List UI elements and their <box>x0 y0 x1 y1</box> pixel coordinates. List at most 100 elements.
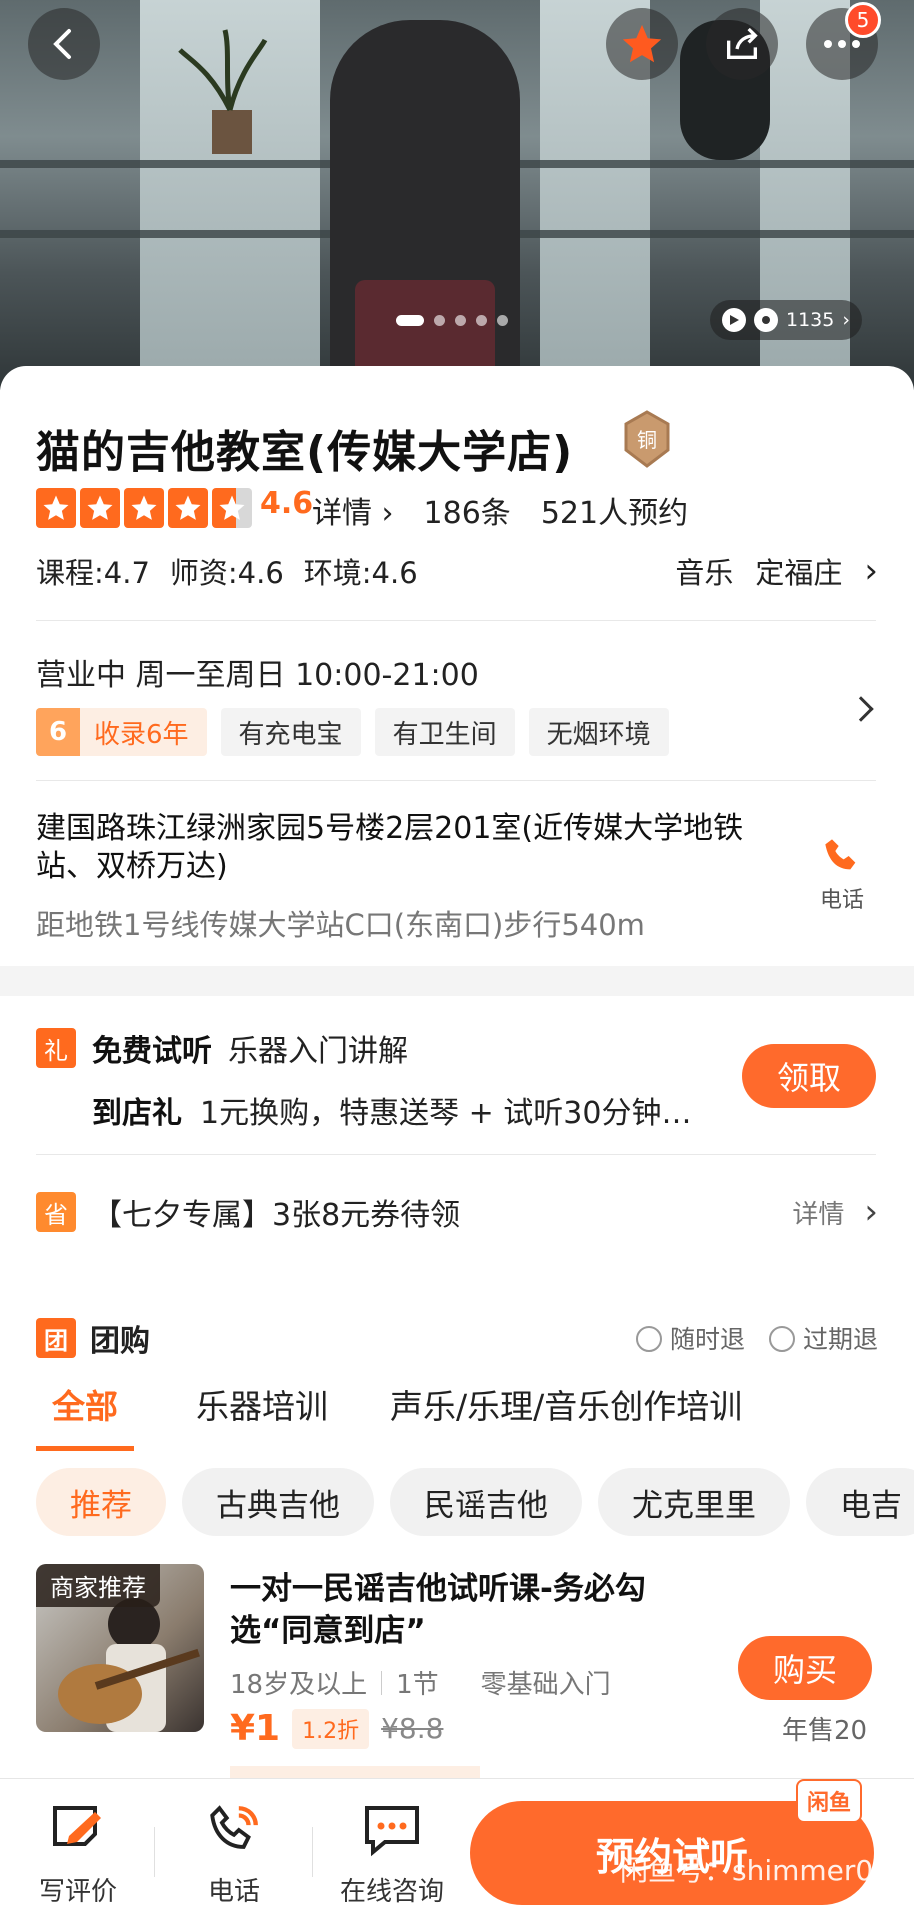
watermark-text: 闲鱼号：shimmer00 <box>620 1854 892 1887</box>
call-button[interactable]: 电话 <box>174 1799 294 1908</box>
divider <box>36 780 876 781</box>
coupon-details-link[interactable]: 详情 › <box>792 1192 878 1232</box>
tab-vocal-theory[interactable]: 声乐/乐理/音乐创作培训 <box>390 1380 742 1451</box>
original-price: ¥8.8 <box>381 1712 444 1745</box>
filter-pills: 推荐 古典吉他 民谣吉他 尤克里里 电吉 <box>36 1468 914 1536</box>
coupon-text: 【七夕专属】3张8元券待领 <box>92 1198 461 1233</box>
current-price: ¥1 <box>230 1708 281 1749</box>
watermark-logo: 闲鱼 <box>796 1779 862 1823</box>
free-trial-label: 免费试听 <box>92 1034 212 1069</box>
online-consult-button[interactable]: 在线咨询 <box>332 1799 452 1908</box>
favorite-button[interactable] <box>606 8 678 80</box>
pill-ukulele[interactable]: 尤克里里 <box>598 1468 790 1536</box>
divider <box>36 1154 876 1155</box>
refund-anytime: 随时退 <box>635 1320 745 1356</box>
refund-policies: 随时退 过期退 <box>635 1320 878 1356</box>
check-circle-icon <box>768 1326 795 1352</box>
chat-icon <box>365 1806 419 1857</box>
check-circle-icon <box>635 1326 662 1352</box>
shop-address[interactable]: 建国路珠江绿洲家园5号楼2层201室(近传媒大学地铁站、双桥万达) <box>36 810 796 886</box>
phone-icon <box>210 1805 258 1849</box>
group-buy-header: 团 团购 <box>36 1316 150 1360</box>
divider <box>312 1827 313 1877</box>
facility-tag: 有卫生间 <box>374 708 515 756</box>
carousel-dot <box>434 315 445 326</box>
pill-folk-guitar[interactable]: 民谣吉他 <box>390 1468 582 1536</box>
write-review-button[interactable]: 写评价 <box>18 1799 138 1908</box>
business-hours[interactable]: 营业中 周一至周日 10:00-21:00 <box>36 650 479 694</box>
photo-icon <box>754 308 778 332</box>
back-button[interactable] <box>28 8 100 80</box>
star-icon <box>168 488 208 528</box>
chevron-right-icon: › <box>842 309 850 331</box>
chevron-right-icon: › <box>864 551 878 591</box>
product-price: ¥1 1.2折 ¥8.8 <box>230 1708 443 1749</box>
carousel-dot <box>396 315 424 326</box>
phone-label: 电话 <box>820 888 865 913</box>
product-age: 18岁及以上 <box>230 1670 368 1700</box>
product-meta: 18岁及以上 1节 零基础入门 <box>230 1664 611 1701</box>
group-buy-icon: 团 <box>36 1318 76 1358</box>
shop-area: 定福庄 <box>755 556 843 590</box>
edit-review-icon <box>53 1806 101 1846</box>
half-star-icon <box>212 488 252 528</box>
star-icon <box>622 24 662 63</box>
phone-icon <box>825 839 856 870</box>
reservation-count: 521人预约 <box>540 496 689 531</box>
coupon-row[interactable]: 省 【七夕专属】3张8元券待领 <box>36 1190 460 1234</box>
chevron-right-icon[interactable] <box>848 696 874 722</box>
star-icon <box>36 488 76 528</box>
facility-tag: 有充电宝 <box>220 708 361 756</box>
review-count[interactable]: 186条 <box>424 488 511 532</box>
product-sessions: 1节 <box>396 1670 439 1700</box>
divider <box>36 620 876 621</box>
medal-text: 铜 <box>637 428 657 452</box>
pill-classical-guitar[interactable]: 古典吉他 <box>182 1468 374 1536</box>
subway-distance: 距地铁1号线传媒大学站C口(东南口)步行540m <box>36 908 645 942</box>
category-location-link[interactable]: 音乐 定福庄 › <box>675 550 878 592</box>
chevron-right-icon: › <box>864 1192 878 1232</box>
divider <box>154 1827 155 1877</box>
tab-instrument[interactable]: 乐器培训 <box>196 1380 328 1451</box>
rating-line: 详情 › 186条 521人预约 <box>312 488 688 532</box>
star-icon <box>80 488 120 528</box>
buy-button[interactable]: 购买 <box>738 1636 872 1700</box>
refund-expired: 过期退 <box>768 1320 878 1356</box>
back-arrow-icon <box>53 29 71 59</box>
carousel-dots <box>396 315 508 326</box>
product-level: 零基础入门 <box>480 1670 611 1700</box>
pill-recommended[interactable]: 推荐 <box>36 1468 166 1536</box>
merchant-recommend-label: 商家推荐 <box>36 1564 160 1607</box>
bottom-action-bar: 写评价 电话 在线咨询 预约试听 闲鱼号：shimmer00 闲鱼 <box>0 1778 914 1920</box>
discount-badge: 1.2折 <box>292 1708 370 1749</box>
shop-info-card: 猫的吉他教室(传媒大学店) 铜 4.6 详情 › 186条 521人预约 课程:… <box>0 366 914 966</box>
store-gift-desc: 1元换购，特惠送琴 + 试听30分钟… <box>200 1096 692 1131</box>
rating-score: 4.6 <box>260 486 314 521</box>
product-thumbnail[interactable]: 商家推荐 <box>36 1564 204 1732</box>
app-root: 5 1135 › 猫的吉他教室(传媒大学店) 铜 4.6 详情 › 186条 5… <box>0 0 914 1920</box>
shop-name: 猫的吉他教室(传媒大学店) <box>36 427 574 478</box>
offers-section: 礼 免费试听 乐器入门讲解 到店礼 1元换购，特惠送琴 + 试听30分钟… 领取… <box>0 996 914 1256</box>
group-buy-title: 团购 <box>90 1324 150 1359</box>
tab-all[interactable]: 全部 <box>36 1380 134 1451</box>
store-gift-label: 到店礼 <box>92 1096 182 1131</box>
bronze-medal-icon: 铜 <box>624 410 670 468</box>
product-title[interactable]: 一对一民谣吉他试听课-务必勾选“同意到店” <box>230 1568 690 1652</box>
carousel-dot <box>476 315 487 326</box>
hero-photo[interactable]: 5 1135 › <box>0 0 914 390</box>
score-course: 课程:4.7 <box>36 556 150 590</box>
claim-button[interactable]: 领取 <box>742 1044 876 1108</box>
share-icon <box>727 27 758 59</box>
share-button[interactable] <box>706 8 778 80</box>
carousel-dot <box>455 315 466 326</box>
play-icon <box>722 308 746 332</box>
rating-details-link[interactable]: 详情 › <box>312 488 394 532</box>
free-trial-row: 礼 免费试听 乐器入门讲解 <box>36 1026 408 1070</box>
phone-button[interactable]: 电话 <box>820 836 864 914</box>
write-review-label: 写评价 <box>38 1877 117 1907</box>
rating-stars <box>36 488 252 528</box>
media-count-button[interactable]: 1135 › <box>710 300 862 340</box>
more-dots-icon <box>824 40 860 48</box>
pill-electric-guitar[interactable]: 电吉 <box>806 1468 914 1536</box>
notification-badge: 5 <box>845 2 881 38</box>
